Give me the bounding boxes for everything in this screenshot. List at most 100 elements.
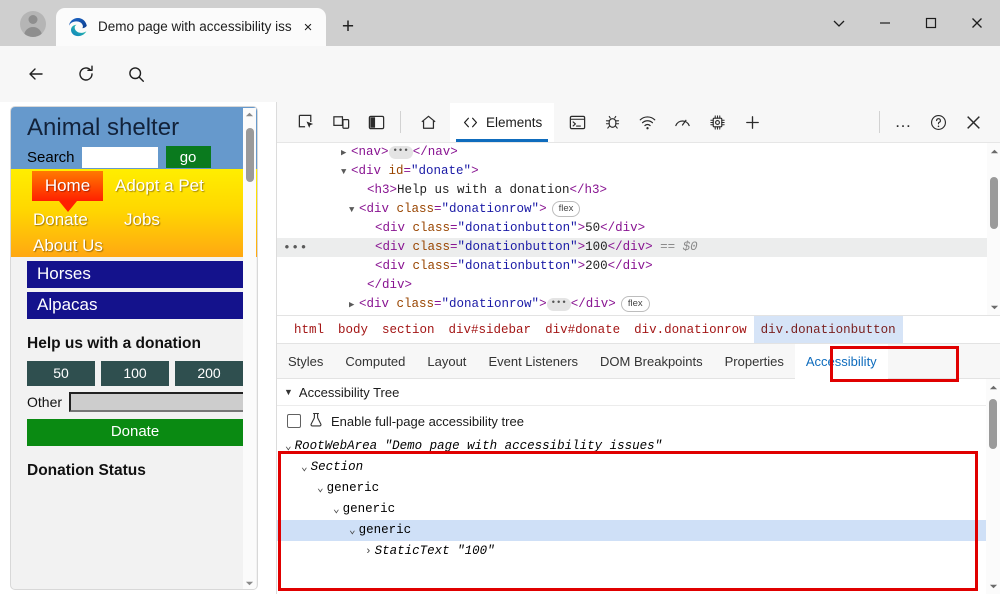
tab-styles[interactable]: Styles xyxy=(277,344,334,379)
go-button[interactable]: go xyxy=(166,146,211,168)
page-scroll-down-icon[interactable] xyxy=(243,577,256,590)
expand-ellipsis-badge[interactable]: ••• xyxy=(547,298,571,311)
tab-search-chevron-icon[interactable] xyxy=(816,0,862,46)
animal-button-alpacas[interactable]: Alpacas xyxy=(27,292,243,319)
flex-badge[interactable]: flex xyxy=(621,296,650,312)
inspect-element-icon[interactable] xyxy=(291,107,322,137)
tab-dom-breakpoints[interactable]: DOM Breakpoints xyxy=(589,344,714,379)
a11y-tree-row[interactable]: ⌄Section xyxy=(277,457,987,478)
sidebar-tabs[interactable]: StylesComputedLayoutEvent ListenersDOM B… xyxy=(277,343,1000,379)
close-window-icon[interactable] xyxy=(954,0,1000,46)
breadcrumb-item-body[interactable]: body xyxy=(331,316,375,344)
a11y-tree-row[interactable]: ⌄RootWebArea "Demo page with accessibili… xyxy=(277,436,987,457)
dom-tree-row[interactable]: ▼<div class="donationrow">flex xyxy=(277,200,1000,219)
breadcrumb-item-html[interactable]: html xyxy=(287,316,331,344)
breadcrumb[interactable]: htmlbodysectiondiv#sidebardiv#donatediv.… xyxy=(277,315,1000,343)
nav-item-adopt-a-pet[interactable]: Adopt a Pet xyxy=(115,176,204,196)
tab-computed[interactable]: Computed xyxy=(334,344,416,379)
chevron-down-icon[interactable]: ⌄ xyxy=(285,441,292,453)
nav-item-donate[interactable]: Donate xyxy=(33,210,88,230)
customize-devtools-icon[interactable]: … xyxy=(888,107,919,137)
flex-badge[interactable]: flex xyxy=(552,201,581,217)
tab-elements[interactable]: Elements xyxy=(450,103,554,142)
tab-accessibility[interactable]: Accessibility xyxy=(795,344,888,379)
dom-tree-row[interactable]: </div> xyxy=(277,276,1000,295)
dom-tree-row[interactable]: ▶<nav>•••</nav> xyxy=(277,143,1000,162)
dom-scroll-up-icon[interactable] xyxy=(987,144,1000,158)
donation-button-100[interactable]: 100 xyxy=(101,361,169,386)
enable-full-page-a11y-tree-checkbox[interactable] xyxy=(287,414,301,428)
dom-scroll-down-icon[interactable] xyxy=(987,300,1000,314)
a11y-tree-row[interactable]: ⌄generic xyxy=(277,499,987,520)
breadcrumb-item-div-donate[interactable]: div#donate xyxy=(538,316,627,344)
search-icon[interactable] xyxy=(118,56,154,92)
collapse-arrow-icon[interactable]: ▼ xyxy=(349,201,359,220)
donation-button-200[interactable]: 200 xyxy=(175,361,243,386)
dock-side-icon[interactable] xyxy=(361,107,392,137)
nav-item-jobs[interactable]: Jobs xyxy=(124,210,160,230)
expand-ellipsis-badge[interactable]: ••• xyxy=(389,146,413,159)
a11y-tree-row[interactable]: ⌄generic xyxy=(277,520,987,541)
dom-tree-row[interactable]: ▶<div class="donationrow">•••</div>flex xyxy=(277,295,1000,314)
dom-tree-row[interactable]: ••• <div class="donationbutton">100</div… xyxy=(277,238,1000,257)
tab-properties[interactable]: Properties xyxy=(714,344,795,379)
dom-tree-row[interactable]: <h3>Help us with a donation</h3> xyxy=(277,181,1000,200)
animal-button-horses[interactable]: Horses xyxy=(27,261,243,288)
breadcrumb-item-section[interactable]: section xyxy=(375,316,442,344)
tab-network-icon[interactable] xyxy=(632,107,663,137)
donation-button-50[interactable]: 50 xyxy=(27,361,95,386)
back-button[interactable] xyxy=(18,56,54,92)
close-tab-icon[interactable]: × xyxy=(296,15,320,39)
enable-full-page-a11y-tree-row[interactable]: Enable full-page accessibility tree xyxy=(277,406,987,436)
breadcrumb-item-div-donationbutton[interactable]: div.donationbutton xyxy=(754,316,903,344)
other-amount-input[interactable] xyxy=(69,392,250,412)
tab-memory-chip-icon[interactable] xyxy=(702,107,733,137)
profile-button[interactable] xyxy=(10,6,56,42)
a11y-scroll-thumb[interactable] xyxy=(989,399,997,449)
dom-tree-row[interactable]: ▼<div id="donate"> xyxy=(277,162,1000,181)
new-tab-button[interactable]: + xyxy=(333,12,363,42)
dom-scroll-thumb[interactable] xyxy=(990,177,998,229)
accessibility-tree[interactable]: ⌄RootWebArea "Demo page with accessibili… xyxy=(277,436,987,594)
browser-tab[interactable]: Demo page with accessibility issues × xyxy=(56,8,326,46)
expand-arrow-icon[interactable]: ▶ xyxy=(349,296,359,315)
accessibility-tree-section-header[interactable]: ▼ Accessibility Tree xyxy=(277,379,987,406)
collapse-arrow-icon[interactable]: ▼ xyxy=(341,163,351,182)
breadcrumb-item-div-sidebar[interactable]: div#sidebar xyxy=(442,316,539,344)
chevron-down-icon[interactable]: ⌄ xyxy=(317,483,324,495)
dom-row-badge[interactable]: ••• xyxy=(283,238,308,257)
refresh-button[interactable] xyxy=(68,56,104,92)
page-scroll-thumb[interactable] xyxy=(246,128,254,182)
more-tools-plus-icon[interactable] xyxy=(737,107,768,137)
donate-submit-button[interactable]: Donate xyxy=(27,419,243,446)
minimize-icon[interactable] xyxy=(862,0,908,46)
dom-tree-scrollbar[interactable] xyxy=(987,143,1000,315)
expand-arrow-icon[interactable]: ▶ xyxy=(341,144,351,163)
page-scrollbar[interactable] xyxy=(243,108,256,590)
chevron-down-icon[interactable]: ⌄ xyxy=(301,462,308,474)
nav-item-about-us[interactable]: About Us xyxy=(33,236,103,256)
tab-event-listeners[interactable]: Event Listeners xyxy=(477,344,589,379)
breadcrumb-item-div-donationrow[interactable]: div.donationrow xyxy=(627,316,754,344)
dom-tree-row[interactable]: <div class="donationbutton">200</div> xyxy=(277,257,1000,276)
a11y-scroll-up-icon[interactable] xyxy=(986,380,1000,394)
close-devtools-icon[interactable] xyxy=(958,107,989,137)
a11y-tree-row[interactable]: ›StaticText "100" xyxy=(277,541,987,562)
dom-tree[interactable]: ▶<nav>•••</nav>▼<div id="donate"> <h3>He… xyxy=(277,143,1000,315)
chevron-down-icon[interactable]: ⌄ xyxy=(333,504,340,516)
chevron-right-icon[interactable]: › xyxy=(365,546,372,558)
search-input[interactable] xyxy=(82,147,158,168)
tab-performance-icon[interactable] xyxy=(667,107,698,137)
accessibility-scrollbar[interactable] xyxy=(986,379,1000,594)
chevron-down-icon[interactable]: ⌄ xyxy=(349,525,356,537)
maximize-icon[interactable] xyxy=(908,0,954,46)
nav-item-home[interactable]: Home xyxy=(32,171,103,201)
dom-tree-row[interactable]: <div class="donationbutton">50</div> xyxy=(277,219,1000,238)
tab-console-icon[interactable] xyxy=(562,107,593,137)
tab-layout[interactable]: Layout xyxy=(416,344,477,379)
tab-issues-bug-icon[interactable] xyxy=(597,107,628,137)
a11y-tree-row[interactable]: ⌄generic xyxy=(277,478,987,499)
devtools-home-icon[interactable] xyxy=(407,103,450,142)
device-emulation-icon[interactable] xyxy=(326,107,357,137)
a11y-scroll-down-icon[interactable] xyxy=(986,579,1000,593)
